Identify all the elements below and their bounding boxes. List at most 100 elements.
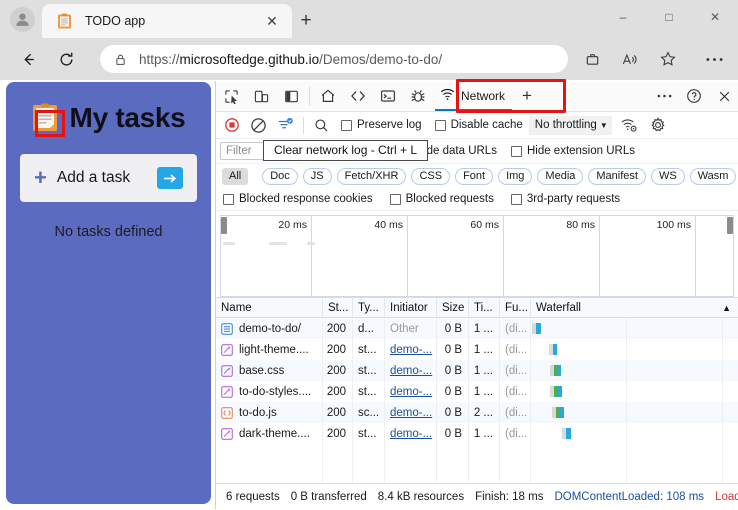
stylesheet-icon <box>221 343 233 356</box>
cell-name[interactable]: to-do-styles.... <box>216 381 323 402</box>
initiator-link[interactable]: demo-... <box>390 428 432 440</box>
initiator-link[interactable]: demo-... <box>390 344 432 356</box>
third-party-requests-label: 3rd-party requests <box>526 193 621 205</box>
overview-tick-label: 60 ms <box>470 219 499 231</box>
network-toolbar: Preserve log Disable cache No throttling… <box>216 112 738 139</box>
column-header-name[interactable]: Name <box>216 297 323 318</box>
cell-name[interactable]: to-do.js <box>216 402 323 423</box>
column-header-time[interactable]: Ti... <box>469 297 500 318</box>
initiator-link[interactable]: demo-... <box>390 407 432 419</box>
preserve-log-checkbox[interactable]: Preserve log <box>341 119 422 131</box>
tab-network[interactable]: Network <box>433 82 514 111</box>
cell-fulfilled: (di... <box>500 318 531 339</box>
add-task-input[interactable]: + Add a task <box>20 154 197 202</box>
stylesheet-icon <box>221 364 233 377</box>
read-aloud-icon[interactable] <box>616 45 644 73</box>
submit-task-button[interactable] <box>157 167 183 189</box>
close-icon[interactable]: ✕ <box>260 9 284 33</box>
table-row[interactable]: demo-to-do/200 d... Other 0 B1 ... (di... <box>216 318 738 339</box>
table-row[interactable]: dark-theme.... 200 st... demo-... 0 B1 ... (d… <box>216 423 738 444</box>
overview-activity-bar <box>223 242 235 245</box>
initiator-link[interactable]: demo-... <box>390 386 432 398</box>
search-icon[interactable] <box>308 113 335 138</box>
type-filter-img[interactable]: Img <box>498 167 533 185</box>
gear-icon[interactable] <box>645 113 672 138</box>
collections-icon[interactable] <box>578 45 606 73</box>
column-header-initiator[interactable]: Initiator <box>385 297 437 318</box>
checkbox-box <box>223 193 234 205</box>
table-row[interactable]: base.css 200 st... demo-... 0 B1 ... (di... <box>216 360 738 381</box>
window-controls: – □ ✕ <box>598 0 738 34</box>
column-header-type[interactable]: Ty... <box>353 297 385 318</box>
console-icon[interactable] <box>373 82 403 111</box>
filter-icon[interactable] <box>272 113 299 138</box>
type-filter-all[interactable]: All <box>222 167 249 185</box>
inspect-icon[interactable] <box>216 82 246 111</box>
cell-name[interactable]: light-theme.... <box>216 339 323 360</box>
network-overview-timeline[interactable]: 20 ms 40 ms 60 ms 80 ms 100 ms <box>220 215 734 297</box>
type-filter-font[interactable]: Font <box>455 167 494 185</box>
back-icon[interactable] <box>14 45 42 73</box>
close-devtools-icon[interactable] <box>709 82 738 111</box>
cell-waterfall <box>531 360 738 381</box>
initiator-link[interactable]: demo-... <box>390 365 432 377</box>
column-header-fulfilled[interactable]: Fu... <box>500 297 531 318</box>
hide-extension-urls-checkbox[interactable]: Hide extension URLs <box>510 145 635 157</box>
type-filter-ws[interactable]: WS <box>650 167 685 185</box>
record-stop-icon[interactable] <box>218 113 245 138</box>
disable-cache-checkbox[interactable]: Disable cache <box>434 119 523 131</box>
overview-right-handle[interactable] <box>727 217 733 234</box>
cell-waterfall <box>531 318 738 339</box>
new-tab-button[interactable]: + <box>292 8 320 34</box>
cell-name[interactable]: dark-theme.... <box>216 423 323 444</box>
cell-name[interactable]: demo-to-do/ <box>216 318 323 339</box>
url-bar[interactable]: https://microsoftedge.github.io/Demos/de… <box>100 45 568 73</box>
column-header-waterfall-label: Waterfall <box>536 301 581 314</box>
table-row[interactable]: to-do.js 200 sc... demo-... 0 B2 ... (di... <box>216 402 738 423</box>
elements-icon[interactable] <box>343 82 373 111</box>
blocked-requests-checkbox[interactable]: Blocked requests <box>389 193 494 205</box>
throttling-dropdown[interactable]: No throttling ▼ <box>528 115 612 135</box>
column-header-waterfall[interactable]: Waterfall ▲ <box>531 298 738 318</box>
type-filter-manifest[interactable]: Manifest <box>588 167 646 185</box>
add-panel-button[interactable]: + <box>514 82 540 111</box>
url-text: https://microsoftedge.github.io/Demos/de… <box>139 51 443 67</box>
table-row[interactable]: light-theme.... 200 st... demo-... 0 B1 ...(… <box>216 339 738 360</box>
window-close-icon[interactable]: ✕ <box>692 0 738 34</box>
maximize-icon[interactable]: □ <box>646 0 692 34</box>
type-filter-doc[interactable]: Doc <box>262 167 298 185</box>
favorite-star-icon[interactable] <box>654 45 682 73</box>
column-header-size[interactable]: Size <box>437 297 469 318</box>
help-icon[interactable] <box>679 82 709 111</box>
type-filter-fetch-xhr[interactable]: Fetch/XHR <box>336 167 407 185</box>
browser-tab[interactable]: TODO app ✕ <box>42 4 292 38</box>
cell-initiator: demo-... <box>385 381 437 402</box>
table-row[interactable]: to-do-styles.... 200 st... demo-... 0 B1 ...… <box>216 381 738 402</box>
network-conditions-icon[interactable] <box>616 113 643 138</box>
debugger-icon[interactable] <box>403 82 433 111</box>
overview-left-handle[interactable] <box>221 217 227 234</box>
devtools-tab-bar: Network + <box>216 81 738 112</box>
third-party-requests-checkbox[interactable]: 3rd-party requests <box>510 193 621 205</box>
minimize-icon[interactable]: – <box>600 0 646 34</box>
overview-activity-bar <box>307 242 315 245</box>
profile-avatar[interactable] <box>10 7 35 32</box>
type-filter-media[interactable]: Media <box>537 167 584 185</box>
type-filter-css[interactable]: CSS <box>411 167 451 185</box>
cell-name[interactable]: base.css <box>216 360 323 381</box>
type-filter-wasm[interactable]: Wasm <box>689 167 737 185</box>
dock-side-icon[interactable] <box>276 82 306 111</box>
more-options-icon[interactable] <box>649 82 679 111</box>
type-filter-js[interactable]: JS <box>302 167 332 185</box>
blocked-response-cookies-checkbox[interactable]: Blocked response cookies <box>223 193 373 205</box>
device-toolbar-icon[interactable] <box>246 82 276 111</box>
clear-network-log-icon[interactable] <box>245 113 272 138</box>
cell-status: 200 <box>323 423 353 444</box>
request-name: light-theme.... <box>239 343 309 356</box>
reload-icon[interactable] <box>52 45 80 73</box>
sort-ascending-icon: ▲ <box>722 302 731 313</box>
home-icon[interactable] <box>313 82 343 111</box>
settings-more-icon[interactable] <box>700 45 728 73</box>
column-header-status[interactable]: St... <box>323 297 353 318</box>
cell-status: 200 <box>323 381 353 402</box>
